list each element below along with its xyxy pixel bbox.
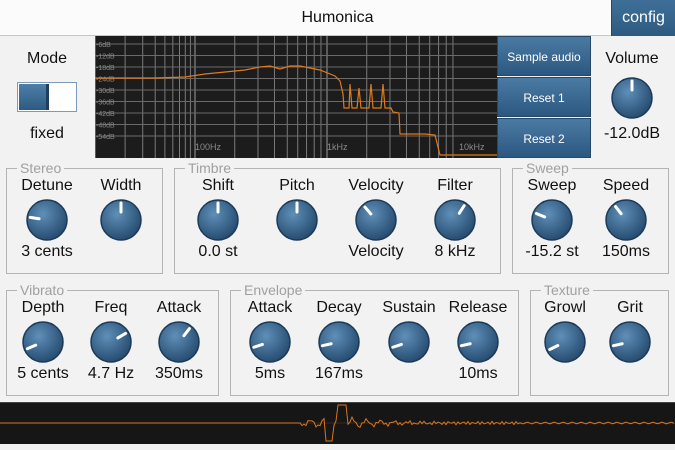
knob-indicator	[459, 342, 472, 348]
decay-value: 167ms	[314, 365, 364, 382]
db-label: -54dB	[96, 134, 115, 141]
spectrum-svg: -6dB-12dB-18dB-24dB-30dB-36dB-42dB-48dB-…	[95, 36, 497, 158]
knob-indicator	[320, 342, 333, 348]
vibrato-attack-knob[interactable]	[157, 320, 201, 364]
growl-label: Growl	[544, 299, 586, 316]
filter-value: 8 kHz	[434, 243, 476, 260]
sustain-knob[interactable]	[387, 320, 431, 364]
freq-label: Freq	[94, 299, 128, 316]
grit-knob[interactable]	[608, 320, 652, 364]
growl-knob[interactable]	[543, 320, 587, 364]
knob-indicator	[611, 342, 624, 348]
release-value: 10ms	[458, 365, 498, 382]
grit-label: Grit	[617, 299, 643, 316]
velocity-knob[interactable]	[354, 198, 398, 242]
sweep-group-title: Sweep	[526, 160, 569, 176]
db-label: -6dB	[96, 42, 111, 49]
texture-group-title: Texture	[544, 282, 590, 298]
shift-label: Shift	[201, 177, 234, 194]
mode-label: Mode	[26, 50, 68, 67]
freq-knob[interactable]	[89, 320, 133, 364]
vibrato-group-title: Vibrato	[20, 282, 65, 298]
release-label: Release	[448, 299, 508, 316]
db-label: -36dB	[96, 100, 115, 107]
depth-knob[interactable]	[21, 320, 65, 364]
waveform-display	[0, 402, 675, 444]
detune-label: Detune	[21, 177, 73, 194]
reset-1-button[interactable]: Reset 1	[497, 77, 591, 117]
pitch-label: Pitch	[279, 177, 315, 194]
detune-value: 3 cents	[21, 243, 73, 260]
spectrum-graph[interactable]: -6dB -12dB -18dB -24dB -30dB -36dB -42dB -48dB -…	[95, 36, 497, 158]
mode-toggle[interactable]	[17, 82, 77, 112]
volume-value: -12.0dB	[603, 125, 661, 142]
title-bar: Humonica config	[0, 0, 675, 36]
freq-value: 4.7 Hz	[87, 365, 135, 382]
db-label: -48dB	[96, 123, 115, 130]
filter-label: Filter	[437, 177, 473, 194]
reset-2-button[interactable]: Reset 2	[497, 118, 591, 158]
envelope-attack-label: Attack	[247, 299, 293, 316]
timbre-group-title: Timbre	[188, 160, 232, 176]
db-label: -12dB	[96, 54, 115, 61]
freq-label: 10kHz	[459, 142, 485, 152]
volume-label: Volume	[605, 50, 659, 67]
mode-toggle-thumb[interactable]	[19, 84, 49, 110]
width-label: Width	[100, 177, 142, 194]
shift-knob[interactable]	[196, 198, 240, 242]
filter-knob[interactable]	[433, 198, 477, 242]
speed-value: 150ms	[601, 243, 651, 260]
detune-knob[interactable]	[25, 198, 69, 242]
config-button[interactable]: config	[611, 0, 675, 36]
envelope-group-title: Envelope	[244, 282, 303, 298]
vibrato-attack-value: 350ms	[154, 365, 204, 382]
stereo-group-title: Stereo	[20, 160, 62, 176]
freq-label: 1kHz	[327, 142, 348, 152]
db-label: -18dB	[96, 65, 115, 72]
shift-value: 0.0 st	[198, 243, 238, 260]
speed-knob[interactable]	[604, 198, 648, 242]
volume-knob[interactable]	[610, 76, 654, 120]
velocity-label: Velocity	[348, 177, 404, 194]
depth-label: Depth	[21, 299, 65, 316]
depth-value: 5 cents	[17, 365, 69, 382]
sweep-value: -15.2 st	[525, 243, 579, 260]
sweep-label: Sweep	[527, 177, 577, 194]
waveform-svg	[0, 404, 675, 442]
width-knob[interactable]	[99, 198, 143, 242]
db-label: -42dB	[96, 111, 115, 118]
sweep-knob[interactable]	[530, 198, 574, 242]
vibrato-attack-label: Attack	[156, 299, 202, 316]
mode-value: fixed	[30, 125, 64, 142]
knob-indicator	[28, 215, 41, 221]
sample-audio-button[interactable]: Sample audio	[497, 36, 591, 76]
sustain-label: Sustain	[382, 299, 436, 316]
release-knob[interactable]	[456, 320, 500, 364]
pitch-knob[interactable]	[275, 198, 319, 242]
freq-label: 100Hz	[195, 142, 222, 152]
speed-label: Speed	[602, 177, 650, 194]
app-title: Humonica	[301, 9, 374, 26]
decay-label: Decay	[316, 299, 362, 316]
db-label: -30dB	[96, 88, 115, 95]
envelope-attack-value: 5ms	[254, 365, 286, 382]
velocity-value: Velocity	[348, 243, 404, 260]
decay-knob[interactable]	[317, 320, 361, 364]
envelope-attack-knob[interactable]	[248, 320, 292, 364]
